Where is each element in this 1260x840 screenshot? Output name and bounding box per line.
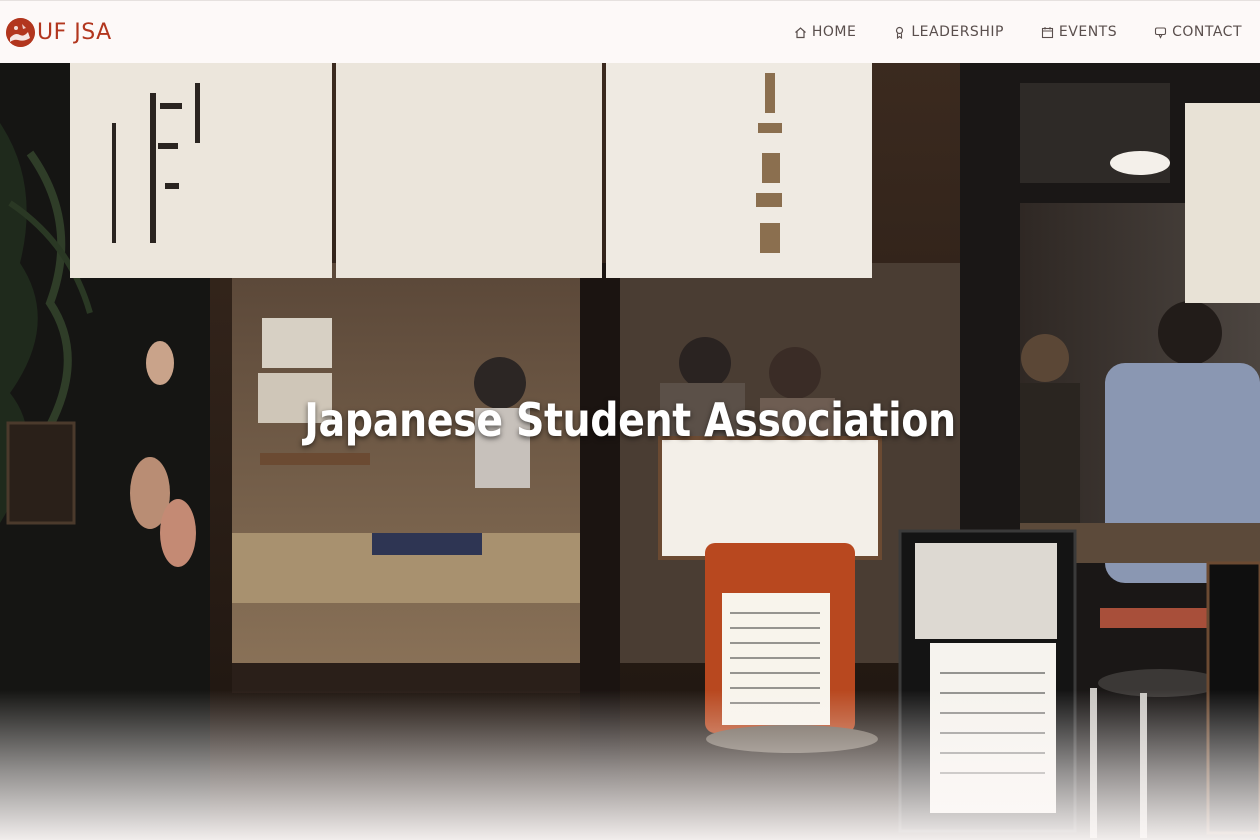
nav-home-label: HOME bbox=[811, 24, 857, 40]
nav-home[interactable]: HOME bbox=[794, 24, 856, 40]
main-nav: HOME LEADERSHIP EVENTS CONTACT bbox=[757, 24, 1242, 40]
person-icon bbox=[893, 26, 906, 39]
nav-events-label: EVENTS bbox=[1058, 24, 1118, 40]
home-icon bbox=[794, 26, 807, 39]
chat-icon bbox=[1154, 26, 1167, 39]
hero-section: Japanese Student Association bbox=[0, 63, 1260, 840]
nav-leadership[interactable]: LEADERSHIP bbox=[893, 24, 1004, 40]
nav-contact[interactable]: CONTACT bbox=[1154, 24, 1242, 40]
brand-link[interactable]: UF JSA bbox=[6, 17, 112, 47]
nav-leadership-label: LEADERSHIP bbox=[911, 24, 1004, 40]
hero-bottom-fade bbox=[0, 690, 1260, 840]
nav-contact-label: CONTACT bbox=[1172, 24, 1242, 40]
calendar-icon bbox=[1041, 26, 1054, 39]
hero-title: Japanese Student Association bbox=[304, 393, 956, 447]
brand-name: UF JSA bbox=[37, 19, 112, 45]
top-navbar: UF JSA HOME LEADERSHIP EVENTS CONTACT bbox=[0, 0, 1260, 63]
red-sun-logo-icon bbox=[6, 17, 35, 47]
nav-events[interactable]: EVENTS bbox=[1041, 24, 1117, 40]
